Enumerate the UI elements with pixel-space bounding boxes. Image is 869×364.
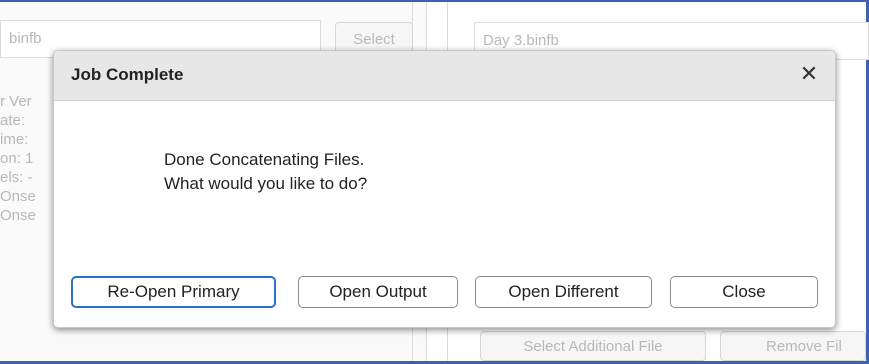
dialog-header: Job Complete ✕ [54, 51, 835, 101]
message-line: Done Concatenating Files. [164, 150, 365, 169]
dialog-title: Job Complete [71, 65, 184, 84]
close-button[interactable]: Close [670, 276, 818, 308]
message-line: What would you like to do? [164, 174, 368, 193]
close-icon[interactable]: ✕ [797, 61, 821, 87]
job-complete-dialog: Job Complete ✕ Done Concatenating Files.… [53, 50, 836, 328]
remove-file-button[interactable]: Remove Fil [720, 331, 866, 361]
dialog-message: Done Concatenating Files. What would you… [164, 148, 367, 196]
open-different-button[interactable]: Open Different [475, 276, 652, 308]
open-output-button[interactable]: Open Output [298, 276, 458, 308]
re-open-primary-button[interactable]: Re-Open Primary [71, 276, 276, 308]
select-additional-file-button[interactable]: Select Additional File [480, 331, 706, 361]
